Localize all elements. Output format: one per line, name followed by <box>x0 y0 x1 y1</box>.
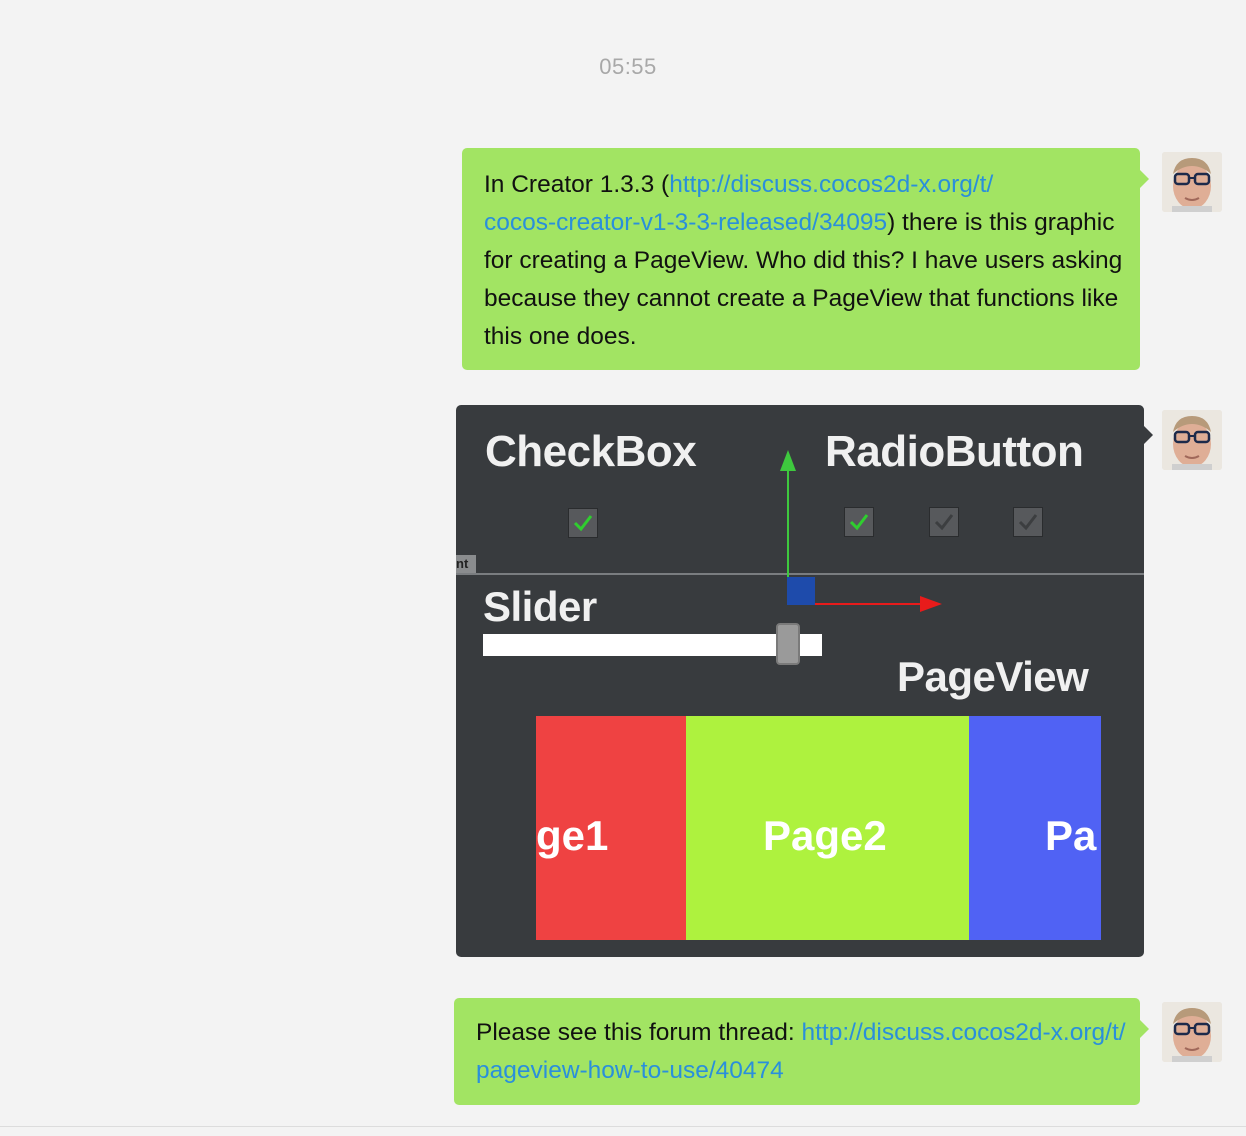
slider-thumb <box>776 623 800 665</box>
bubble-tail <box>1144 426 1153 444</box>
avatar-photo-icon <box>1162 1002 1222 1062</box>
page-2: Page2 <box>686 716 969 940</box>
input-divider <box>0 1126 1246 1127</box>
avatar[interactable] <box>1162 152 1222 212</box>
message-bubble-text[interactable]: In Creator 1.3.3 (http://discuss.cocos2d… <box>462 148 1149 370</box>
timestamp: 05:55 <box>599 54 657 79</box>
avatar-photo-icon <box>1162 152 1222 212</box>
avatar[interactable] <box>1162 1002 1222 1062</box>
message-text: In Creator 1.3.3 ( <box>484 171 670 198</box>
message-text: Please see this forum thread: <box>476 1019 802 1046</box>
page-1: ge1 <box>536 716 686 940</box>
page-3: Pa <box>969 716 1101 940</box>
message-bubble-text[interactable]: Please see this forum thread: http://dis… <box>454 998 1149 1105</box>
slider-track <box>483 634 822 656</box>
pageview-label: PageView <box>897 653 1089 700</box>
avatar-photo-icon <box>1162 410 1222 470</box>
avatar[interactable] <box>1162 410 1222 470</box>
slider-label: Slider <box>483 583 597 630</box>
message-image[interactable]: CheckBox RadioButton nt Slider PageView … <box>456 405 1144 957</box>
